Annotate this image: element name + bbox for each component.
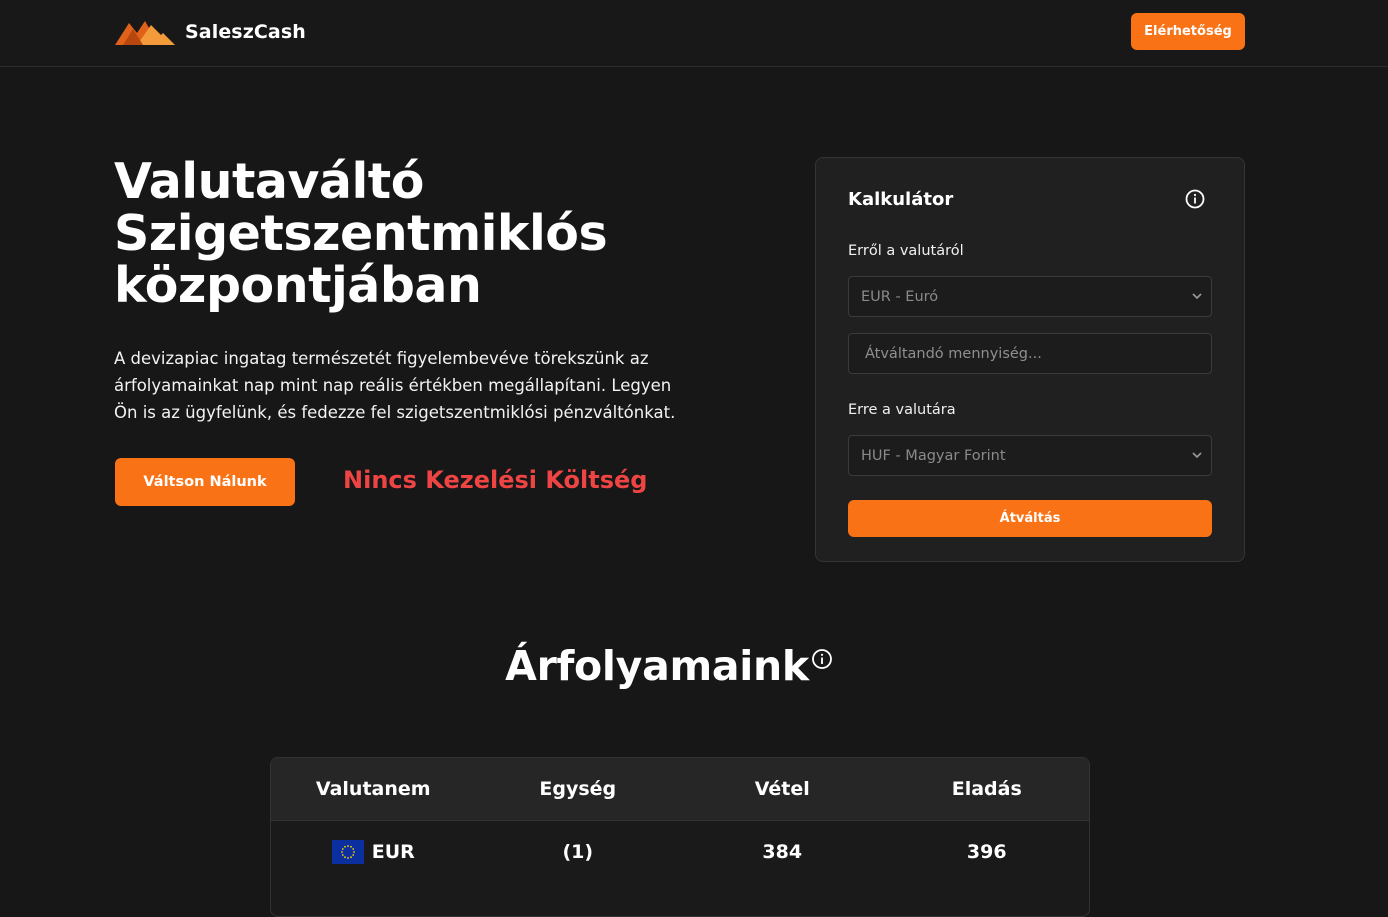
buy-rate-cell: 384 [762, 841, 803, 863]
calculator-card: Kalkulátor Erről a valutáról EUR - Euró … [815, 157, 1245, 562]
column-header: Vétel [754, 778, 810, 800]
table-header: Valutanem Egység Vétel Eladás [271, 758, 1089, 821]
info-circle-icon[interactable] [811, 648, 833, 674]
to-currency-label: Erre a valutára [848, 402, 956, 418]
to-currency-value: HUF - Magyar Forint [861, 447, 1006, 464]
mountain-logo-icon [115, 21, 175, 45]
eu-flag-icon [331, 840, 364, 864]
currency-cell: EUR [271, 821, 476, 883]
from-currency-label: Erről a valutáról [848, 243, 964, 259]
hero-title-line: Szigetszentmiklós [114, 205, 608, 262]
hero-title-line: központjában [114, 257, 482, 314]
info-circle-icon[interactable] [1185, 189, 1205, 213]
from-currency-value: EUR - Euró [861, 288, 939, 305]
brand-logo[interactable]: SaleszCash [115, 14, 306, 50]
amount-placeholder: Átváltandó mennyiség... [865, 345, 1042, 362]
rates-table: Valutanem Egység Vétel Eladás EUR (1) 38… [270, 757, 1090, 917]
rates-title: Árfolyamaink [505, 642, 809, 690]
calculator-title: Kalkulátor [848, 189, 954, 210]
to-currency-select[interactable]: HUF - Magyar Forint [848, 435, 1212, 476]
chevron-down-icon [1191, 449, 1203, 465]
chevron-down-icon [1191, 290, 1203, 306]
site-header: SaleszCash Elérhetőség [0, 0, 1388, 67]
column-header: Valutanem [315, 778, 431, 800]
hero-title-line: Valutaváltó [114, 153, 424, 210]
sell-rate-cell: 396 [966, 841, 1007, 863]
column-header: Eladás [951, 778, 1022, 800]
unit-cell: (1) [562, 841, 594, 863]
exchange-cta-button[interactable]: Váltson Nálunk [115, 458, 295, 506]
convert-button[interactable]: Átváltás [848, 500, 1212, 537]
hero-description: A devizapiac ingatag természetét figyele… [114, 349, 676, 422]
no-fee-text: Nincs Kezelési Költség [343, 466, 648, 494]
brand-name: SaleszCash [185, 21, 306, 43]
hero-title: Valutaváltó Szigetszentmiklós központjáb… [114, 156, 754, 312]
contact-button[interactable]: Elérhetőség [1131, 13, 1245, 50]
amount-input[interactable]: Átváltandó mennyiség... [848, 333, 1212, 374]
from-currency-select[interactable]: EUR - Euró [848, 276, 1212, 317]
table-row: EUR (1) 384 396 [271, 821, 1089, 883]
column-header: Egység [539, 778, 617, 800]
currency-code: EUR [371, 841, 415, 863]
